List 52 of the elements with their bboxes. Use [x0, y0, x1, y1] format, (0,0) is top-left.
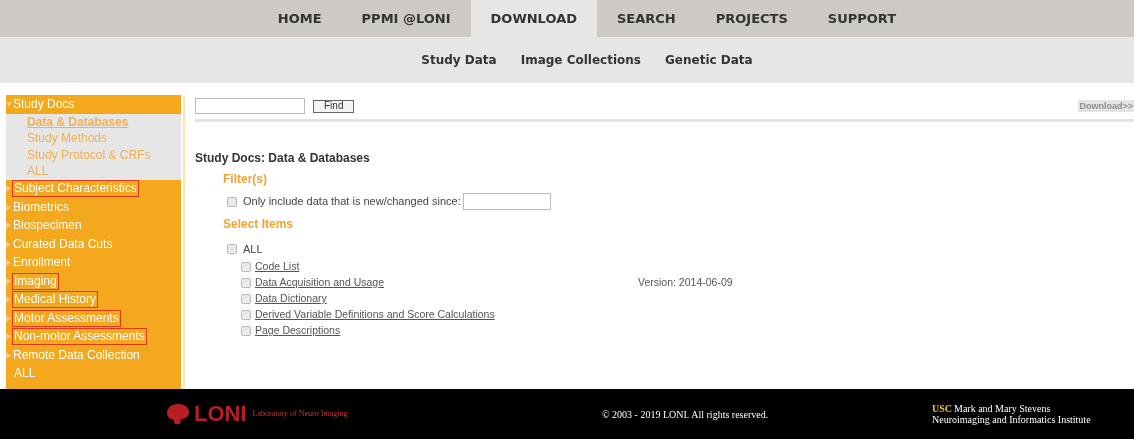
usc-text: USC	[932, 403, 952, 414]
sidebar-item[interactable]: Curated Data Cuts	[13, 236, 113, 252]
sidebar-item[interactable]: Imaging	[13, 273, 58, 289]
item-link[interactable]: Data Dictionary	[255, 291, 585, 307]
checkbox[interactable]	[241, 310, 251, 320]
all-label: ALL	[243, 241, 263, 257]
item-link[interactable]: Code List	[255, 259, 585, 275]
sidebar-item[interactable]: Subject Characteristics	[13, 181, 138, 197]
institute-name: Neuroimaging and Informatics Institute	[932, 414, 1091, 425]
sidebar-subitem[interactable]: ALL	[27, 163, 181, 180]
item-link[interactable]: Page Descriptions	[255, 323, 585, 339]
sidebar-item[interactable]: Enrollment	[13, 255, 71, 271]
logo-subtitle: Laboratory of Neuro Imaging	[252, 408, 348, 420]
section-heading: Study Docs: Data & Databases	[195, 150, 371, 167]
sidebar-item[interactable]: Remote Data Collection	[13, 347, 140, 363]
nav-tab[interactable]: DOWNLOAD	[470, 0, 597, 37]
nav-tab[interactable]: PROJECTS	[695, 0, 808, 37]
nav-tab[interactable]: SUPPORT	[807, 0, 917, 37]
sidebar-subitem[interactable]: Data & Databases	[27, 113, 181, 130]
logo-text: LONI	[194, 403, 247, 425]
nav-tab[interactable]: PPMI @LONI	[341, 0, 471, 37]
checkbox[interactable]	[241, 326, 251, 336]
sidebar-item[interactable]: Motor Assessments	[13, 310, 120, 326]
sub-nav-link[interactable]: Study Data	[421, 51, 497, 69]
sidebar-item[interactable]: Study Docs	[13, 96, 75, 112]
nav-tab[interactable]: HOME	[257, 0, 342, 37]
checkbox[interactable]	[241, 278, 251, 288]
item-link[interactable]: Data Acquisition and Usage	[255, 275, 585, 291]
filter-heading: Filter(s)	[223, 171, 268, 188]
nav-tab[interactable]: SEARCH	[597, 0, 696, 37]
version-text: Version: 2014-06-09	[638, 275, 733, 291]
checkbox[interactable]	[227, 196, 237, 207]
sidebar-subitem[interactable]: Study Methods	[27, 130, 181, 147]
select-items-heading: Select Items	[223, 216, 295, 233]
sub-nav-link[interactable]: Genetic Data	[665, 51, 753, 69]
sidebar-item[interactable]: Medical History	[13, 292, 98, 308]
checkbox[interactable]	[241, 294, 251, 304]
sidebar-subitem[interactable]: Study Protocol & CRFs	[27, 146, 181, 163]
sub-nav-link[interactable]: Image Collections	[520, 51, 641, 69]
sidebar-item[interactable]: Biospecimen	[13, 218, 82, 234]
find-button[interactable]: Find	[313, 99, 355, 113]
sidebar-item[interactable]: Non-motor Assessments	[13, 329, 146, 345]
search-field[interactable]	[195, 98, 305, 114]
filter-label: Only include data that is new/changed since:	[243, 194, 461, 210]
sidebar-item[interactable]: ALL	[14, 366, 36, 382]
checkbox[interactable]	[227, 244, 237, 254]
sidebar-item[interactable]: Biometrics	[13, 199, 69, 215]
checkbox[interactable]	[241, 262, 251, 272]
institute-name: Mark and Mary Stevens	[954, 403, 1051, 414]
copyright-text: © 2003 - 2019 LONI. All rights reserved.	[602, 407, 770, 422]
date-field[interactable]	[462, 193, 551, 210]
item-link[interactable]: Derived Variable Definitions and Score Calculations	[255, 307, 585, 323]
